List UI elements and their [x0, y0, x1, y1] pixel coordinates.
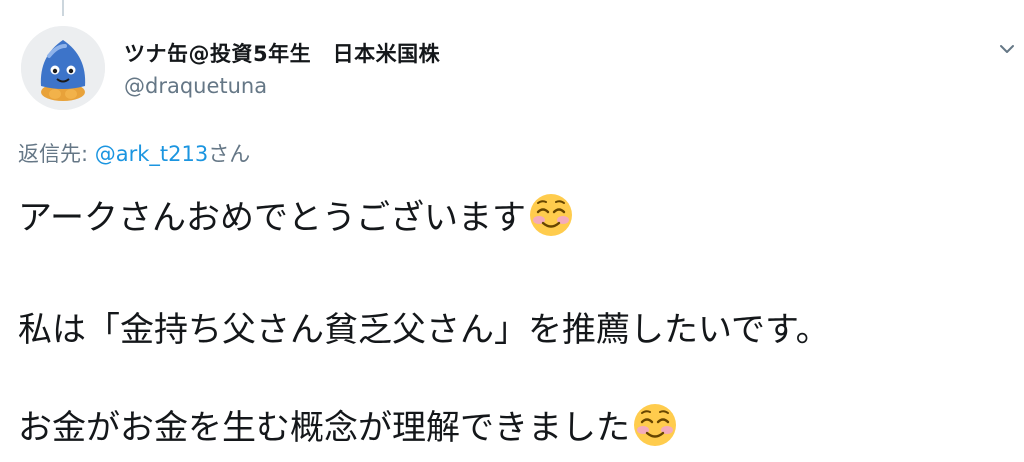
tweet-text-line-3: お金がお金を生む概念が理解できました — [18, 400, 678, 449]
reply-prefix: 返信先: — [18, 142, 95, 166]
tweet-text: 私は「金持ち父さん貧乏父さん」を推薦したいです。 — [18, 310, 830, 350]
avatar-slime-figure-icon — [21, 26, 105, 110]
reply-suffix: さん — [208, 142, 251, 166]
reply-to-line: 返信先: @ark_t213さん — [18, 138, 250, 168]
tweet-text: お金がお金を生む概念が理解できました — [18, 408, 630, 448]
tweet-text-line-2: 私は「金持ち父さん貧乏父さん」を推薦したいです。 — [18, 302, 830, 351]
chevron-down-icon[interactable] — [996, 38, 1018, 60]
thread-connector-line — [62, 0, 64, 16]
tweet-text: アークさんおめでとうございます — [18, 198, 526, 238]
tweet-text-line-1: アークさんおめでとうございます — [18, 190, 574, 239]
reply-mention-link[interactable]: @ark_t213 — [95, 142, 208, 166]
smiling-face-with-blushing-cheeks-icon — [528, 192, 574, 238]
smiling-face-with-blushing-cheeks-icon — [632, 402, 678, 448]
display-name[interactable]: ツナ缶@投資5年生 日本米国株 — [124, 38, 440, 68]
user-handle[interactable]: @draquetuna — [124, 74, 267, 98]
avatar[interactable] — [21, 26, 105, 110]
